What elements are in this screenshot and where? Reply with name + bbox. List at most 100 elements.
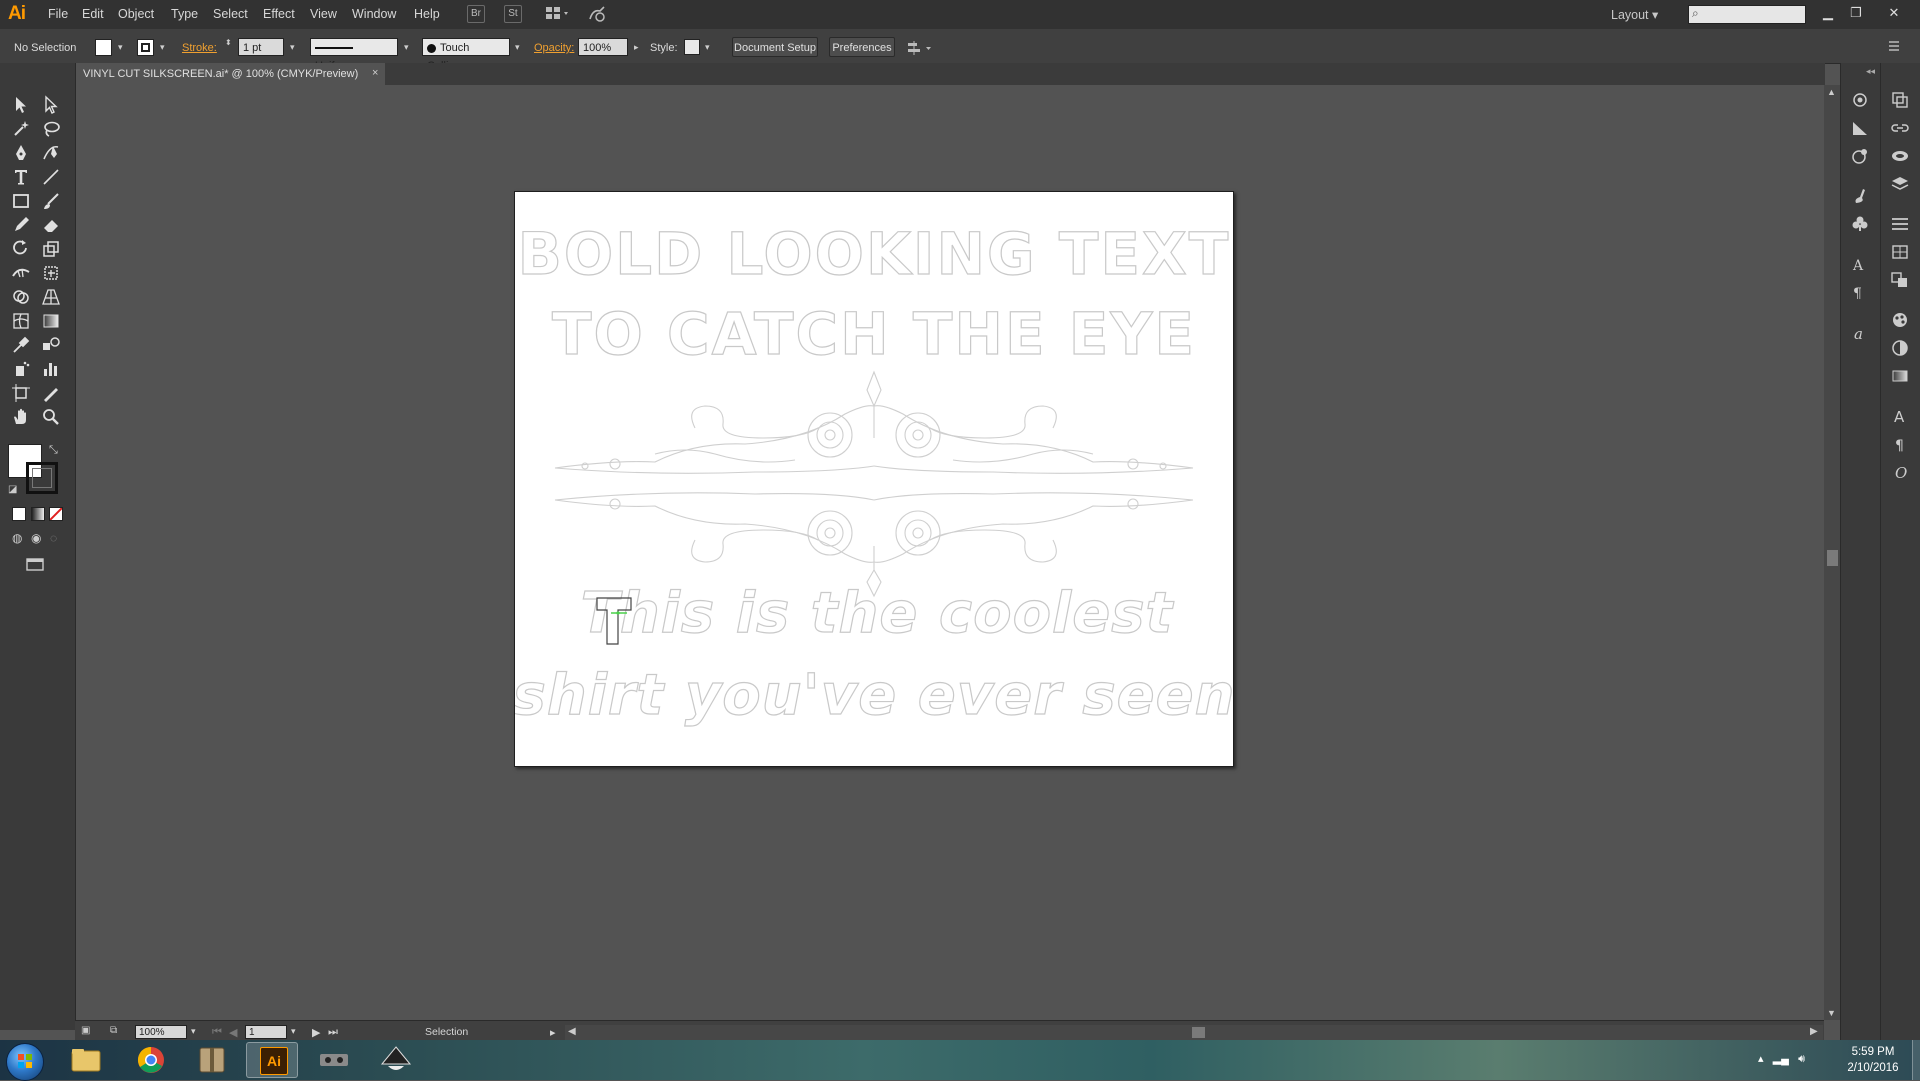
first-artboard-icon[interactable]: ⏮ (212, 1026, 222, 1039)
gpu-performance-icon[interactable] (588, 5, 608, 23)
tools-app[interactable] (308, 1042, 360, 1078)
menu-effect[interactable]: Effect (263, 7, 295, 21)
document-setup-button[interactable]: Document Setup (732, 37, 818, 57)
brush-dropdown-icon[interactable]: ▾ (515, 42, 520, 53)
menu-help[interactable]: Help (414, 7, 440, 21)
slice-tool-icon[interactable] (40, 382, 62, 404)
gradient-mode-icon[interactable] (31, 507, 45, 521)
style-dropdown-icon[interactable]: ▾ (705, 42, 710, 53)
blend-tool-icon[interactable] (40, 334, 62, 356)
google-chrome-app[interactable] (125, 1042, 177, 1078)
stroke-profile-dropdown-icon[interactable]: ▾ (404, 42, 409, 53)
screen-mode-icon[interactable] (24, 555, 46, 573)
clock-time[interactable]: 5:59 PM (1840, 1046, 1906, 1058)
width-tool-icon[interactable] (10, 262, 32, 284)
paragraph-panel-icon[interactable]: ¶ (1888, 433, 1912, 455)
column-graph-tool-icon[interactable] (40, 358, 62, 380)
menu-file[interactable]: File (48, 7, 68, 21)
start-button[interactable] (6, 1043, 44, 1081)
direct-selection-tool-icon[interactable] (40, 94, 62, 116)
pencil-tool-icon[interactable] (10, 214, 32, 236)
type-tool-icon[interactable] (10, 166, 32, 188)
graphic-style-swatch[interactable] (684, 39, 700, 55)
menu-select[interactable]: Select (213, 7, 248, 21)
stroke-label[interactable]: Stroke: (182, 42, 217, 54)
paintbrush-tool-icon[interactable] (40, 190, 62, 212)
appearance-panel-icon[interactable] (1848, 145, 1872, 167)
hand-tool-icon[interactable] (10, 406, 32, 428)
arrange-documents-icon[interactable] (545, 5, 573, 21)
next-artboard-icon[interactable]: ▶ (312, 1026, 320, 1039)
show-hidden-icons-icon[interactable]: ▴ (1758, 1053, 1764, 1065)
zoom-dropdown-icon[interactable]: ▾ (191, 1026, 196, 1037)
artboard-number-field[interactable]: 1 (245, 1025, 287, 1039)
zoom-tool-icon[interactable] (40, 406, 62, 428)
shape-builder-tool-icon[interactable] (10, 286, 32, 308)
links-panel-icon[interactable] (1888, 117, 1912, 139)
fill-swatch[interactable] (95, 39, 112, 56)
headline-line-1[interactable]: BOLD LOOKING TEXT (517, 219, 1231, 288)
paragraph-styles-icon[interactable]: ¶ (1848, 281, 1872, 303)
script-line-1[interactable]: This is the coolest (580, 580, 1175, 646)
align-panel-icon[interactable] (1888, 213, 1912, 235)
inkscape-app[interactable] (370, 1042, 422, 1078)
stroke-profile-select[interactable]: Uniform (310, 38, 398, 72)
menu-edit[interactable]: Edit (82, 7, 104, 21)
artboards-panel-icon[interactable] (1888, 89, 1912, 111)
opacity-arrow-icon[interactable]: ▸ (634, 42, 639, 53)
horizontal-scroll-thumb[interactable] (1192, 1027, 1205, 1038)
last-artboard-icon[interactable]: ⏭ (328, 1026, 338, 1039)
file-archive-app[interactable] (186, 1042, 238, 1078)
menu-type[interactable]: Type (171, 7, 198, 21)
zoom-field[interactable]: 100% (135, 1025, 187, 1039)
gradient-tool-icon[interactable] (40, 310, 62, 332)
color-panel-icon[interactable] (1848, 117, 1872, 139)
swatches-panel-icon[interactable] (1888, 337, 1912, 359)
line-segment-tool-icon[interactable] (40, 166, 62, 188)
align-options-icon[interactable] (906, 40, 934, 56)
clock-date[interactable]: 2/10/2016 (1840, 1062, 1906, 1074)
color-mode-icon[interactable] (12, 507, 26, 521)
free-transform-tool-icon[interactable] (40, 262, 62, 284)
scroll-down-icon[interactable]: ▼ (1827, 1008, 1836, 1018)
creative-cloud-libraries-icon[interactable] (1888, 145, 1912, 167)
character-styles-icon[interactable]: A (1848, 253, 1872, 275)
close-button[interactable]: ✕ (1881, 2, 1907, 24)
network-icon[interactable]: ▂▄ (1773, 1053, 1789, 1065)
transform-panel-icon[interactable] (1888, 241, 1912, 263)
character-panel-icon[interactable]: A (1888, 405, 1912, 427)
previous-artboard-icon[interactable]: ◀ (229, 1026, 237, 1039)
rotate-tool-icon[interactable] (10, 238, 32, 260)
gradient-panel-icon[interactable] (1888, 365, 1912, 387)
vertical-scroll-thumb[interactable] (1827, 550, 1838, 566)
scroll-up-icon[interactable]: ▲ (1827, 87, 1836, 97)
restore-button[interactable]: ❐ (1843, 2, 1869, 24)
adobe-illustrator-app[interactable]: Ai (246, 1042, 298, 1078)
menu-view[interactable]: View (310, 7, 337, 21)
scale-tool-icon[interactable] (40, 238, 62, 260)
artboard[interactable]: BOLD LOOKING TEXT TO CATCH THE EYE This … (512, 191, 1235, 767)
symbol-sprayer-tool-icon[interactable] (10, 358, 32, 380)
show-desktop-button[interactable] (1912, 1040, 1920, 1080)
color-themes-icon[interactable] (1888, 309, 1912, 331)
script-line-2[interactable]: shirt you've ever seen (512, 662, 1235, 728)
control-panel-menu-icon[interactable] (1887, 39, 1905, 53)
magic-wand-tool-icon[interactable] (10, 118, 32, 140)
curvature-tool-icon[interactable] (40, 142, 62, 164)
minimize-button[interactable]: ▁ (1815, 2, 1841, 24)
headline-line-2[interactable]: TO CATCH THE EYE (551, 299, 1196, 368)
share-icon[interactable]: ⧉ (110, 1025, 117, 1036)
none-mode-icon[interactable] (49, 507, 63, 521)
opacity-label[interactable]: Opacity: (534, 42, 574, 54)
menu-window[interactable]: Window (352, 7, 396, 21)
bridge-icon[interactable]: Br (467, 5, 485, 23)
search-input[interactable] (1688, 5, 1806, 24)
collapse-panels-icon[interactable]: ◂◂ (1866, 66, 1875, 77)
draw-normal-icon[interactable]: ◍ (12, 531, 22, 545)
draw-inside-icon[interactable]: ◌ (50, 531, 57, 545)
artboard-tool-icon[interactable] (10, 382, 32, 404)
fill-dropdown-icon[interactable]: ▾ (118, 42, 123, 53)
draw-behind-icon[interactable]: ◉ (31, 531, 41, 545)
menu-object[interactable]: Object (118, 7, 154, 21)
gpu-status-icon[interactable]: ▣ (81, 1025, 90, 1036)
